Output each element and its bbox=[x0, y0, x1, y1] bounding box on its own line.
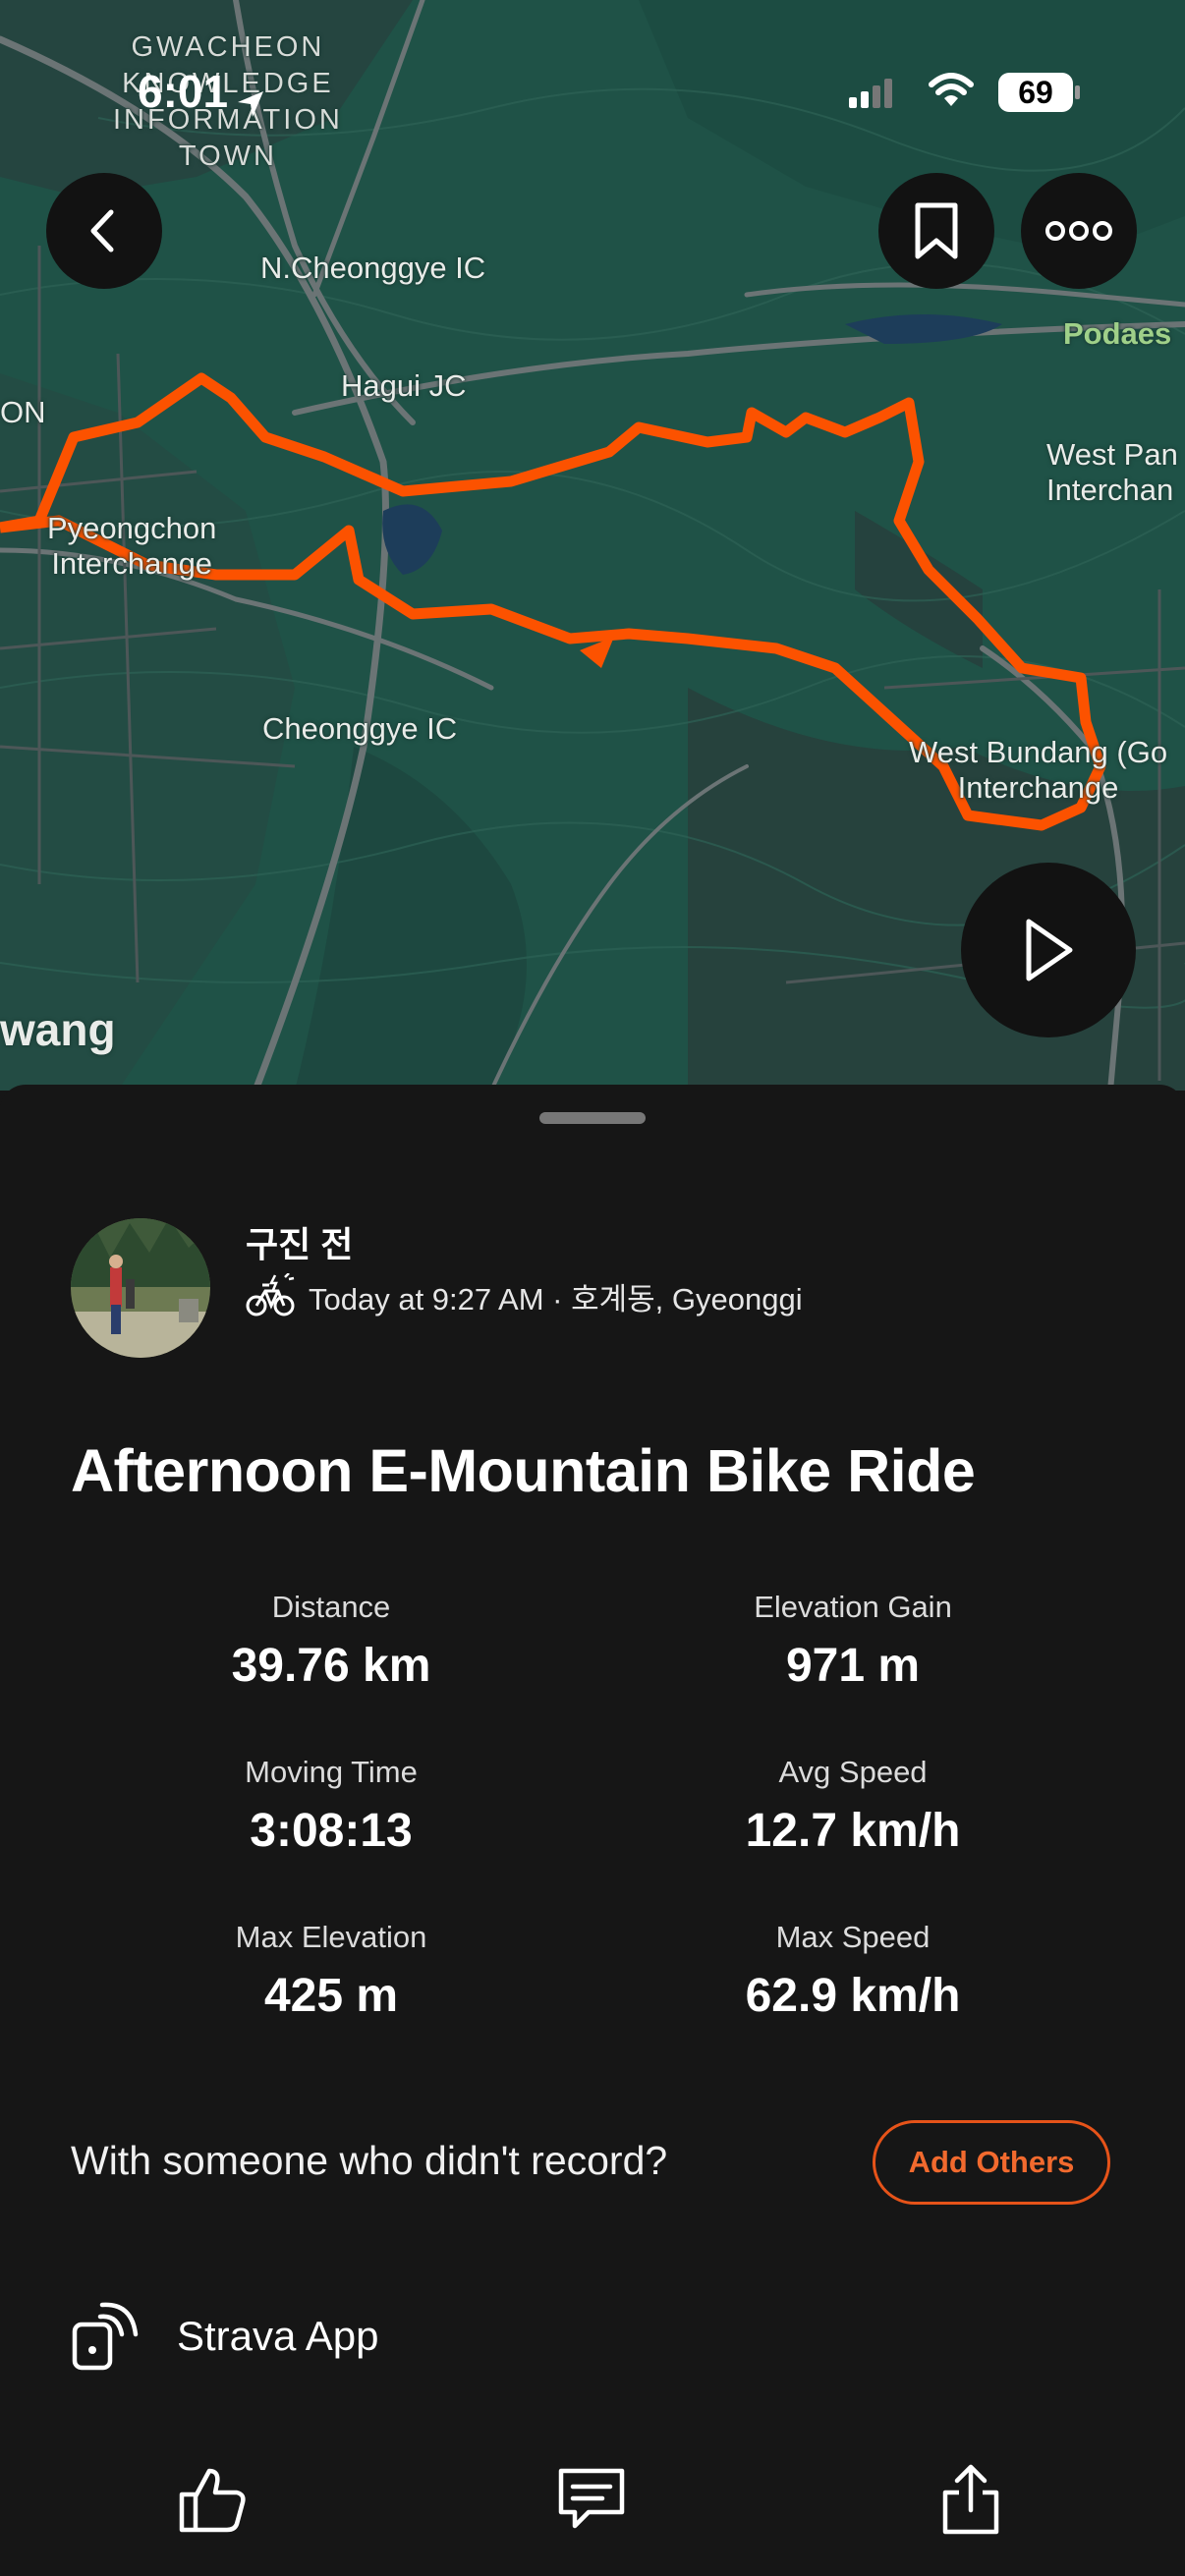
map-label-podaes: Podaes bbox=[1063, 316, 1172, 351]
stat-label: Elevation Gain bbox=[754, 1590, 952, 1624]
avatar[interactable] bbox=[71, 1218, 210, 1358]
wifi-icon bbox=[928, 73, 975, 113]
status-time: 6:01 bbox=[138, 65, 267, 118]
map-label-cheonggye-ic: Cheonggye IC bbox=[262, 711, 458, 746]
stat-elevation-gain: Elevation Gain 971 m bbox=[607, 1590, 1099, 1693]
activity-date-location: Today at 9:27 AM · 호계동, Gyeonggi bbox=[309, 1281, 803, 1316]
stat-value: 3:08:13 bbox=[250, 1805, 413, 1857]
bookmark-icon bbox=[915, 202, 958, 259]
activity-title: Afternoon E-Mountain Bike Ride bbox=[71, 1437, 976, 1504]
like-icon bbox=[179, 2468, 246, 2533]
add-others-button[interactable]: Add Others bbox=[873, 2120, 1110, 2205]
comment-button[interactable] bbox=[552, 2460, 631, 2539]
stat-avg-speed: Avg Speed 12.7 km/h bbox=[607, 1755, 1099, 1858]
with-others-prompt: With someone who didn't record? bbox=[71, 2138, 668, 2183]
status-bar: 6:01 69 bbox=[0, 65, 1185, 124]
stat-label: Max Elevation bbox=[235, 1920, 427, 1954]
map-label-hagui-jc: Hagui JC bbox=[341, 368, 467, 403]
comment-icon bbox=[558, 2468, 625, 2529]
stat-value: 425 m bbox=[263, 1970, 399, 2022]
kudos-button[interactable] bbox=[173, 2460, 252, 2539]
device-broadcast-icon bbox=[71, 2301, 141, 2372]
stat-label: Distance bbox=[271, 1590, 391, 1624]
activity-meta: Today at 9:27 AM · 호계동, Gyeonggi bbox=[246, 1272, 803, 1318]
share-icon bbox=[942, 2464, 999, 2535]
route-map[interactable]: GWACHEON KNOWLEDGE INFORMATION TOWN N.Ch… bbox=[0, 0, 1185, 1091]
map-label-n-cheonggye-ic: N.Cheonggye IC bbox=[260, 251, 486, 285]
stat-label: Max Speed bbox=[775, 1920, 931, 1954]
stat-distance: Distance 39.76 km bbox=[85, 1590, 577, 1693]
athlete-name[interactable]: 구진 전 bbox=[246, 1216, 353, 1267]
stat-label: Moving Time bbox=[245, 1755, 418, 1789]
stat-value: 971 m bbox=[785, 1640, 921, 1692]
stat-value: 12.7 km/h bbox=[745, 1805, 961, 1857]
save-route-button[interactable] bbox=[878, 173, 994, 289]
play-icon bbox=[1026, 919, 1073, 981]
map-label-west-pan-interchange: West Pan Interchan bbox=[1046, 437, 1178, 507]
battery-icon: 69 bbox=[998, 73, 1080, 112]
map-label-pyeongchon-interchange: Pyeongchon Interchange bbox=[47, 511, 217, 581]
stat-max-elevation: Max Elevation 425 m bbox=[85, 1920, 577, 2023]
stat-max-speed: Max Speed 62.9 km/h bbox=[607, 1920, 1099, 2023]
stat-value: 39.76 km bbox=[231, 1640, 431, 1692]
chevron-left-icon bbox=[90, 209, 114, 252]
stat-moving-time: Moving Time 3:08:13 bbox=[85, 1755, 577, 1858]
activity-sheet: 구진 전 Today at 9:27 AM · 호계동, Gyeonggi Af… bbox=[0, 1085, 1185, 2576]
stat-label: Avg Speed bbox=[778, 1755, 928, 1789]
battery-level: 69 bbox=[1018, 75, 1053, 110]
share-button[interactable] bbox=[931, 2460, 1010, 2539]
sheet-drag-handle[interactable] bbox=[539, 1112, 646, 1124]
more-icon bbox=[1045, 221, 1112, 241]
cellular-signal-icon bbox=[849, 79, 892, 113]
location-arrow-icon bbox=[234, 79, 267, 117]
e-mountain-bike-icon bbox=[246, 1272, 295, 1318]
back-button[interactable] bbox=[46, 173, 162, 289]
map-label-on: ON bbox=[0, 395, 46, 429]
map-label-west-bundang-interchange: West Bundang (Go Interchange bbox=[909, 735, 1168, 805]
flyover-play-button[interactable] bbox=[961, 863, 1136, 1037]
map-label-wang: wang bbox=[0, 1004, 116, 1055]
device-name: Strava App bbox=[177, 2313, 379, 2359]
device-row[interactable]: Strava App bbox=[71, 2301, 378, 2372]
more-options-button[interactable] bbox=[1021, 173, 1137, 289]
stat-value: 62.9 km/h bbox=[745, 1970, 961, 2022]
